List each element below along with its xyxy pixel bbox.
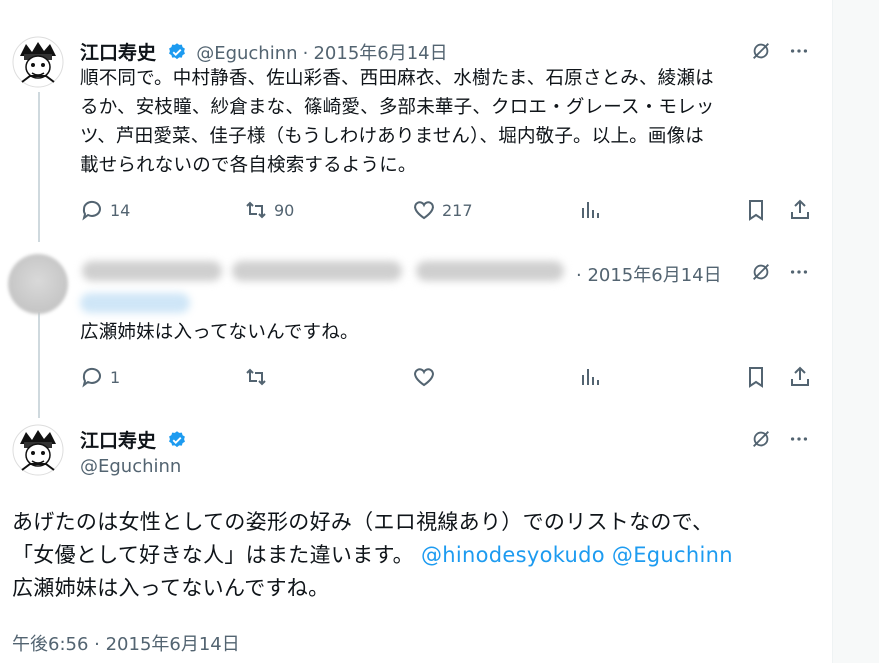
like-button[interactable] <box>412 365 436 389</box>
tweet-text-line: あげたのは女性としての姿形の好み（エロ視線あり）でのリストなので、 <box>12 510 714 534</box>
manga-avatar-icon <box>12 36 64 88</box>
manga-avatar-icon <box>12 424 64 476</box>
handle[interactable]: @Eguchinn <box>196 43 297 64</box>
tweet-timestamp[interactable]: 午後6:56 · 2015年6月14日 <box>12 630 240 656</box>
handle[interactable]: @Eguchinn <box>80 456 181 477</box>
blurred-handle <box>416 261 564 281</box>
retweet-button[interactable] <box>244 365 268 389</box>
blurred-display-name <box>82 261 222 281</box>
views-icon <box>582 369 599 385</box>
tweet-text-line: 「女優として好きな人」はまた違います。 @hinodesyokudo @Eguc… <box>12 539 822 572</box>
tweet-date[interactable]: · 2015年6月14日 <box>576 261 722 287</box>
blurred-display-name <box>232 261 402 281</box>
avatar-blurred[interactable] <box>8 254 68 314</box>
tweet-text-line: ツ、芦田愛菜、佳子様（もうしわけありません）、堀内敬子。以上。画像は <box>80 126 704 147</box>
retweet-button[interactable]: 90 <box>244 198 294 222</box>
bookmark-button[interactable] <box>744 198 768 222</box>
share-icon <box>791 199 809 219</box>
views-icon <box>582 202 599 218</box>
tweet-text-line: 広瀬姉妹は入ってないんですね。 <box>12 576 330 600</box>
tweet-text-line: るか、安枝瞳、紗倉まな、篠崎愛、多部未華子、クロエ・グレース・モレッ <box>80 97 715 118</box>
reply-count: 1 <box>110 367 121 387</box>
mention-link[interactable]: @Eguchinn <box>612 543 733 567</box>
like-button[interactable]: 217 <box>412 198 473 222</box>
bookmark-button[interactable] <box>744 365 768 389</box>
thread-line <box>38 312 40 418</box>
tweet-text: あげたのは女性としての姿形の好み（エロ視線あり）でのリストなので、 「女優として… <box>12 506 822 605</box>
views-button[interactable] <box>578 198 602 222</box>
display-name[interactable]: 江口寿史 <box>80 42 156 64</box>
tweet-date[interactable]: 2015年6月14日 <box>313 43 447 64</box>
bookmark-icon <box>749 200 763 221</box>
tweet-text: 順不同で。中村静香、佐山彩香、西田麻衣、水樹たま、石原さとみ、綾瀬は るか、安枝… <box>80 64 820 180</box>
more-icon[interactable] <box>788 428 812 452</box>
avatar[interactable] <box>12 36 64 88</box>
right-panel-edge <box>832 0 879 663</box>
bookmark-icon <box>749 367 763 388</box>
blurred-handle <box>80 293 190 313</box>
display-name[interactable]: 江口寿史 <box>80 430 156 452</box>
views-button[interactable] <box>578 365 602 389</box>
thread-line <box>38 92 40 242</box>
more-icon[interactable] <box>788 261 812 285</box>
reply-icon <box>82 367 101 388</box>
more-icon[interactable] <box>788 40 812 64</box>
tweet-text-segment: 「女優として好きな人」はまた違います。 <box>12 543 414 567</box>
verified-badge-icon <box>167 42 187 62</box>
retweet-icon <box>246 368 266 386</box>
share-button[interactable] <box>788 365 812 389</box>
tweet-text: 広瀬姉妹は入ってないんですね。 <box>80 322 359 343</box>
avatar[interactable] <box>12 424 64 476</box>
grok-icon[interactable] <box>750 261 774 285</box>
reply-button[interactable]: 14 <box>80 198 130 222</box>
mention-link[interactable]: @hinodesyokudo <box>421 543 605 567</box>
reply-icon <box>82 200 101 221</box>
verified-badge-icon <box>167 430 187 450</box>
grok-icon[interactable] <box>750 40 774 64</box>
like-count: 217 <box>442 200 473 220</box>
like-icon <box>414 201 434 220</box>
reply-button[interactable]: 1 <box>80 365 120 389</box>
grok-icon[interactable] <box>750 428 774 452</box>
reply-count: 14 <box>110 200 131 220</box>
tweet-text-line: 載せられないので各自検索するように。 <box>80 155 417 176</box>
retweet-icon <box>246 201 266 219</box>
share-icon <box>791 366 809 386</box>
separator: · <box>302 43 309 64</box>
retweet-count: 90 <box>274 200 295 220</box>
tweet-text-line: 順不同で。中村静香、佐山彩香、西田麻衣、水樹たま、石原さとみ、綾瀬は <box>80 68 714 89</box>
share-button[interactable] <box>788 198 812 222</box>
like-icon <box>414 368 434 387</box>
